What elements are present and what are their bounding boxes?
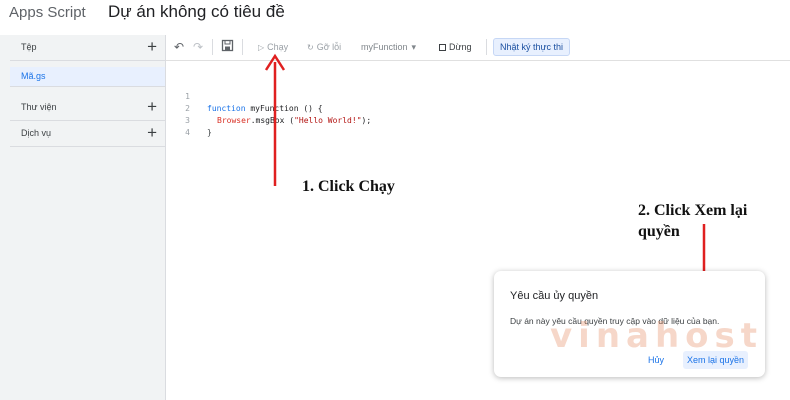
sidebar-libraries-label: Thư viện bbox=[21, 102, 57, 112]
step2-annotation-line2: quyền bbox=[638, 223, 680, 240]
sidebar-files-label: Tệp bbox=[21, 42, 37, 52]
undo-icon[interactable]: ↶ bbox=[174, 39, 184, 55]
project-title[interactable]: Dự án không có tiêu đề bbox=[108, 2, 285, 22]
code-keyword: function bbox=[207, 104, 246, 113]
code-text: Browser.msgBox ("Hello World!"); bbox=[217, 115, 371, 127]
code-object: Browser bbox=[217, 116, 251, 125]
stop-icon bbox=[439, 44, 446, 51]
add-library-icon[interactable]: + bbox=[147, 97, 157, 117]
execution-log-button[interactable]: Nhật ký thực thi bbox=[493, 38, 571, 56]
sidebar-services-label: Dịch vụ bbox=[21, 128, 52, 138]
sidebar-libraries-section: Thư viện + bbox=[10, 95, 165, 121]
toolbar: ↶ ↷ ▷ Chạy ↻ Gỡ lỗi myFunction ▾ Dừng Nhật … bbox=[166, 35, 790, 59]
code-method: .msgBox ( bbox=[250, 116, 295, 125]
code-punctuation: ); bbox=[361, 116, 372, 125]
function-select-value: myFunction bbox=[361, 42, 408, 52]
top-bar: Apps Script Dự án không có tiêu đề bbox=[0, 0, 790, 30]
run-button[interactable]: ▷ Chạy bbox=[258, 40, 288, 55]
debug-label: Gỡ lỗi bbox=[316, 42, 342, 52]
app-name[interactable]: Apps Script bbox=[9, 4, 86, 21]
vinahost-watermark: vinahost bbox=[550, 316, 764, 356]
debug-icon: ↻ bbox=[307, 43, 314, 52]
stop-label: Dừng bbox=[449, 42, 472, 52]
sidebar-services-section: Dịch vụ + bbox=[10, 121, 165, 147]
run-label: Chạy bbox=[267, 42, 289, 52]
debug-button[interactable]: ↻ Gỡ lỗi bbox=[307, 40, 341, 55]
file-name: Mã.gs bbox=[21, 71, 46, 81]
code-line: 2 Browser.msgBox ("Hello World!"); bbox=[166, 91, 371, 125]
step1-annotation: 1. Click Chạy bbox=[302, 178, 395, 195]
code-text: } bbox=[207, 128, 212, 137]
add-file-icon[interactable]: + bbox=[147, 37, 157, 57]
toolbar-divider bbox=[486, 39, 487, 55]
toolbar-divider bbox=[212, 39, 213, 55]
sidebar-files-section: Tệp + bbox=[10, 35, 165, 61]
step2-annotation-line1: 2. Click Xem lại bbox=[638, 202, 748, 219]
play-icon: ▷ bbox=[258, 43, 265, 52]
sidebar-file-item[interactable]: Mã.gs bbox=[10, 67, 165, 87]
line-number: 4 bbox=[185, 128, 190, 137]
sidebar: Tệp + Mã.gs Thư viện + Dịch vụ + bbox=[0, 35, 166, 400]
dialog-title: Yêu cầu ủy quyền bbox=[510, 290, 599, 302]
code-string: "Hello World!" bbox=[294, 116, 362, 125]
toolbar-divider bbox=[242, 39, 243, 55]
save-icon[interactable] bbox=[221, 39, 234, 56]
code-line: 3 } bbox=[166, 103, 212, 137]
code-text: function myFunction () { bbox=[207, 103, 323, 115]
stop-button[interactable]: Dừng bbox=[439, 40, 472, 54]
add-service-icon[interactable]: + bbox=[147, 123, 157, 143]
code-line: 4 bbox=[166, 115, 190, 137]
function-select[interactable]: myFunction ▾ bbox=[361, 40, 416, 54]
code-function-signature: myFunction () { bbox=[245, 104, 323, 113]
redo-icon[interactable]: ↷ bbox=[193, 39, 203, 55]
chevron-down-icon: ▾ bbox=[411, 42, 417, 52]
code-line: 1 function myFunction () { bbox=[166, 79, 322, 113]
